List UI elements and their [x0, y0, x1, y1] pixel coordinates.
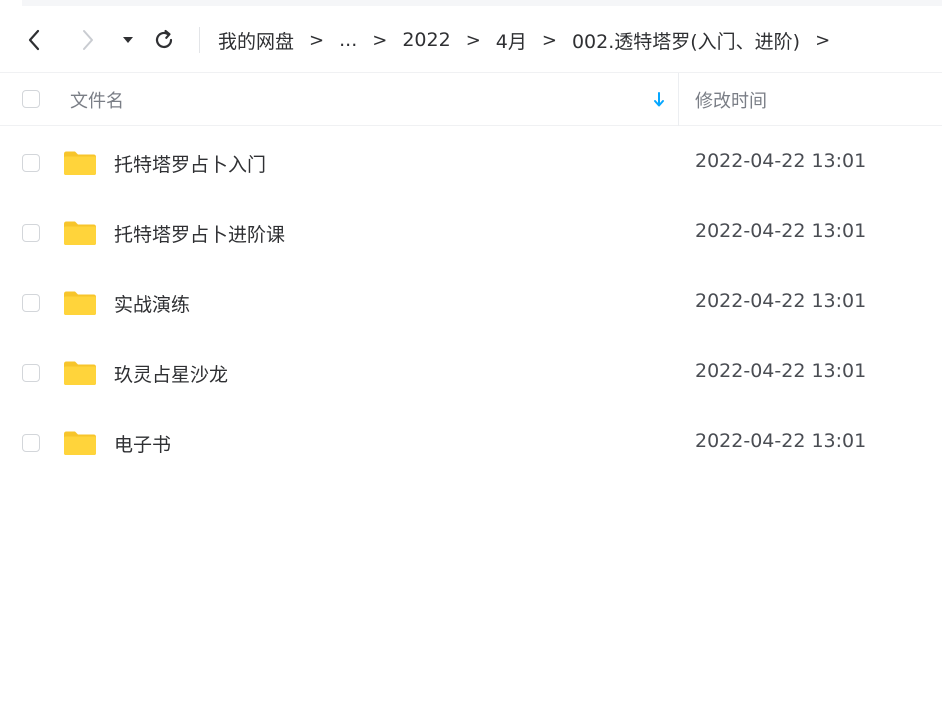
back-button[interactable]: [22, 27, 46, 53]
folder-icon: [64, 431, 96, 455]
folder-icon: [64, 361, 96, 385]
row-checkbox[interactable]: [22, 434, 40, 452]
breadcrumb-separator: >: [309, 29, 325, 51]
column-header-modified-time[interactable]: 修改时间: [695, 87, 767, 113]
breadcrumb-item-current[interactable]: 002.透特塔罗(入门、进阶): [572, 27, 800, 54]
file-modified-time: 2022-04-22 13:01: [695, 430, 867, 452]
breadcrumb: 我的网盘 > ... > 2022 > 4月 > 002.透特塔罗(入门、进阶)…: [218, 27, 831, 54]
breadcrumb-item-root[interactable]: 我的网盘: [218, 27, 294, 54]
file-modified-time: 2022-04-22 13:01: [695, 290, 867, 312]
refresh-icon: [155, 29, 173, 49]
list-item[interactable]: 托特塔罗占卜进阶课 2022-04-22 13:01: [0, 198, 942, 268]
breadcrumb-separator: >: [541, 29, 557, 51]
breadcrumb-item-month[interactable]: 4月: [496, 27, 527, 54]
table-header: 文件名 修改时间: [0, 72, 942, 126]
list-item[interactable]: 托特塔罗占卜入门 2022-04-22 13:01: [0, 128, 942, 198]
folder-icon: [64, 151, 96, 175]
chevron-left-icon: [28, 29, 40, 51]
list-item[interactable]: 电子书 2022-04-22 13:01: [0, 408, 942, 478]
breadcrumb-item-collapsed[interactable]: ...: [339, 29, 357, 51]
breadcrumb-separator: >: [815, 29, 831, 51]
column-header-name[interactable]: 文件名: [70, 87, 124, 113]
select-all-checkbox[interactable]: [22, 90, 40, 108]
list-item[interactable]: 玖灵占星沙龙 2022-04-22 13:01: [0, 338, 942, 408]
forward-button[interactable]: [76, 27, 100, 53]
row-checkbox[interactable]: [22, 364, 40, 382]
caret-down-icon: [123, 37, 133, 43]
file-name[interactable]: 托特塔罗占卜入门: [114, 150, 266, 177]
row-checkbox[interactable]: [22, 224, 40, 242]
file-modified-time: 2022-04-22 13:01: [695, 150, 867, 172]
folder-icon: [64, 291, 96, 315]
folder-icon: [64, 221, 96, 245]
refresh-button[interactable]: [152, 28, 176, 52]
file-name[interactable]: 玖灵占星沙龙: [114, 360, 228, 387]
breadcrumb-separator: >: [465, 29, 481, 51]
breadcrumb-separator: >: [372, 29, 388, 51]
file-browser: 我的网盘 > ... > 2022 > 4月 > 002.透特塔罗(入门、进阶)…: [0, 0, 942, 716]
nav-divider: [199, 27, 200, 53]
sort-down-arrow-icon[interactable]: [652, 91, 666, 109]
list-item[interactable]: 实战演练 2022-04-22 13:01: [0, 268, 942, 338]
row-checkbox[interactable]: [22, 294, 40, 312]
file-modified-time: 2022-04-22 13:01: [695, 220, 867, 242]
file-list: 托特塔罗占卜入门 2022-04-22 13:01 托特塔罗占卜进阶课 2022…: [0, 128, 942, 478]
file-name[interactable]: 电子书: [114, 430, 171, 457]
file-name[interactable]: 托特塔罗占卜进阶课: [114, 220, 285, 247]
history-dropdown-button[interactable]: [119, 31, 137, 49]
column-divider[interactable]: [678, 73, 679, 126]
file-name[interactable]: 实战演练: [114, 290, 190, 317]
file-modified-time: 2022-04-22 13:01: [695, 360, 867, 382]
nav-bar: 我的网盘 > ... > 2022 > 4月 > 002.透特塔罗(入门、进阶)…: [0, 6, 942, 72]
breadcrumb-item-year[interactable]: 2022: [402, 29, 450, 51]
row-checkbox[interactable]: [22, 154, 40, 172]
chevron-right-icon: [83, 30, 93, 50]
